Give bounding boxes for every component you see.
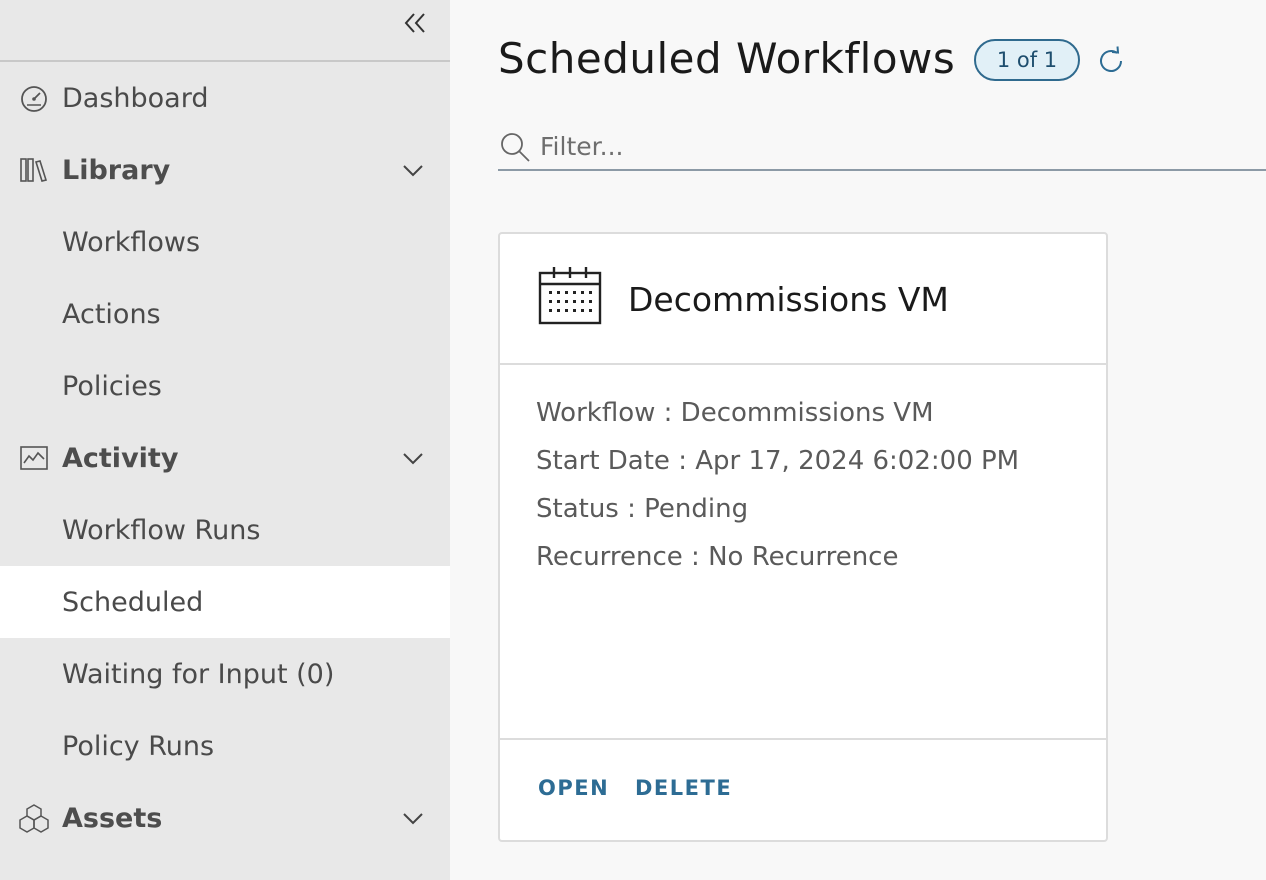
card-workflow: Workflow : Decommissions VM: [536, 398, 934, 428]
refresh-icon[interactable]: [1095, 45, 1127, 77]
assets-cubes-icon: [18, 802, 50, 834]
chevron-down-icon[interactable]: [398, 443, 428, 473]
sidebar-item-policy-runs[interactable]: Policy Runs: [0, 710, 450, 782]
count-badge: 1 of 1: [974, 39, 1080, 81]
sidebar-item-label: Policies: [62, 370, 162, 402]
sidebar-item-activity[interactable]: Activity: [0, 422, 450, 494]
card-body: Workflow : Decommissions VM Start Date :…: [500, 365, 1106, 740]
refresh-button[interactable]: [1094, 44, 1128, 78]
sidebar-item-label: Waiting for Input (0): [62, 658, 335, 690]
scheduled-workflow-card: Decommissions VM Workflow : Decommission…: [498, 232, 1108, 842]
main-content: Scheduled Workflows 1 of 1 Decommissions…: [450, 0, 1266, 880]
chevron-down-icon[interactable]: [398, 803, 428, 833]
sidebar-item-policies[interactable]: Policies: [0, 350, 450, 422]
sidebar-item-actions[interactable]: Actions: [0, 278, 450, 350]
sidebar-item-label: Policy Runs: [62, 730, 215, 762]
dashboard-gauge-icon: [18, 82, 50, 114]
library-books-icon: [18, 154, 50, 186]
chevron-down-icon[interactable]: [398, 155, 428, 185]
card-footer: OPEN DELETE: [500, 740, 1106, 840]
sidebar-item-workflow-runs[interactable]: Workflow Runs: [0, 494, 450, 566]
sidebar-item-label: Assets: [62, 802, 163, 834]
delete-button[interactable]: DELETE: [635, 776, 732, 800]
filter-input[interactable]: [540, 124, 1240, 168]
filter-field: [498, 120, 1266, 171]
sidebar-item-label: Workflows: [62, 226, 201, 258]
card-recurrence: Recurrence : No Recurrence: [536, 542, 899, 572]
sidebar-nav: Dashboard Library Workflows Actions Poli…: [0, 62, 450, 854]
sidebar-item-assets[interactable]: Assets: [0, 782, 450, 854]
sidebar-item-label: Dashboard: [62, 82, 209, 114]
double-chevron-left-icon[interactable]: [402, 10, 428, 36]
activity-chart-icon: [18, 442, 50, 474]
search-icon: [501, 133, 530, 162]
sidebar-item-label: Workflow Runs: [62, 514, 261, 546]
collapse-sidebar-button[interactable]: [400, 8, 430, 38]
sidebar-item-label: Activity: [62, 442, 179, 474]
sidebar-header: [0, 0, 450, 62]
calendar-icon: [538, 267, 602, 325]
card-status: Status : Pending: [536, 494, 749, 524]
sidebar-item-dashboard[interactable]: Dashboard: [0, 62, 450, 134]
card-start-date: Start Date : Apr 17, 2024 6:02:00 PM: [536, 446, 1020, 476]
sidebar: Dashboard Library Workflows Actions Poli…: [0, 0, 450, 880]
sidebar-item-label: Actions: [62, 298, 161, 330]
sidebar-item-library[interactable]: Library: [0, 134, 450, 206]
card-header: Decommissions VM: [500, 234, 1106, 365]
card-title: Decommissions VM: [628, 280, 949, 319]
page-title: Scheduled Workflows: [498, 34, 956, 83]
sidebar-item-waiting-for-input[interactable]: Waiting for Input (0): [0, 638, 450, 710]
sidebar-item-scheduled[interactable]: Scheduled: [0, 566, 450, 638]
sidebar-item-workflows[interactable]: Workflows: [0, 206, 450, 278]
sidebar-item-label: Scheduled: [62, 586, 204, 618]
open-button[interactable]: OPEN: [538, 776, 609, 800]
sidebar-item-label: Library: [62, 154, 171, 186]
